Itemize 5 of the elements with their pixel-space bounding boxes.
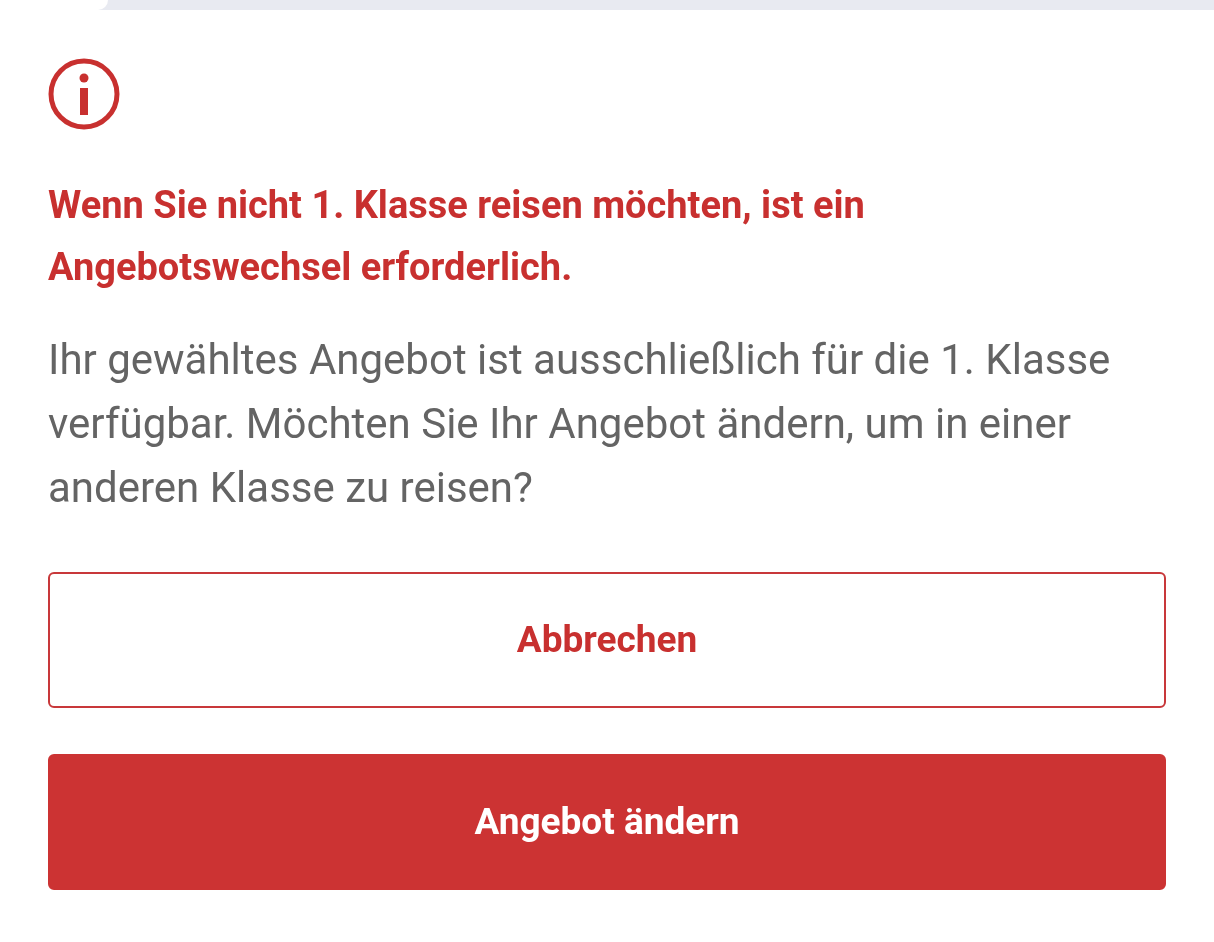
cancel-button[interactable]: Abbrechen: [48, 572, 1166, 708]
dialog-heading: Wenn Sie nicht 1. Klasse reisen möchten, ist ein Angebotswechsel erforderlich.: [48, 182, 866, 291]
info-icon: [48, 58, 120, 130]
change-offer-button[interactable]: Angebot ändern: [48, 754, 1166, 890]
dialog-message: Ihr gewähltes Angebot ist ausschließlich für die 1. Klasse verfügbar. Möchten Sie Ihr Angebot ändern, um in einer anderen Klasse zu reisen?: [48, 334, 1112, 514]
